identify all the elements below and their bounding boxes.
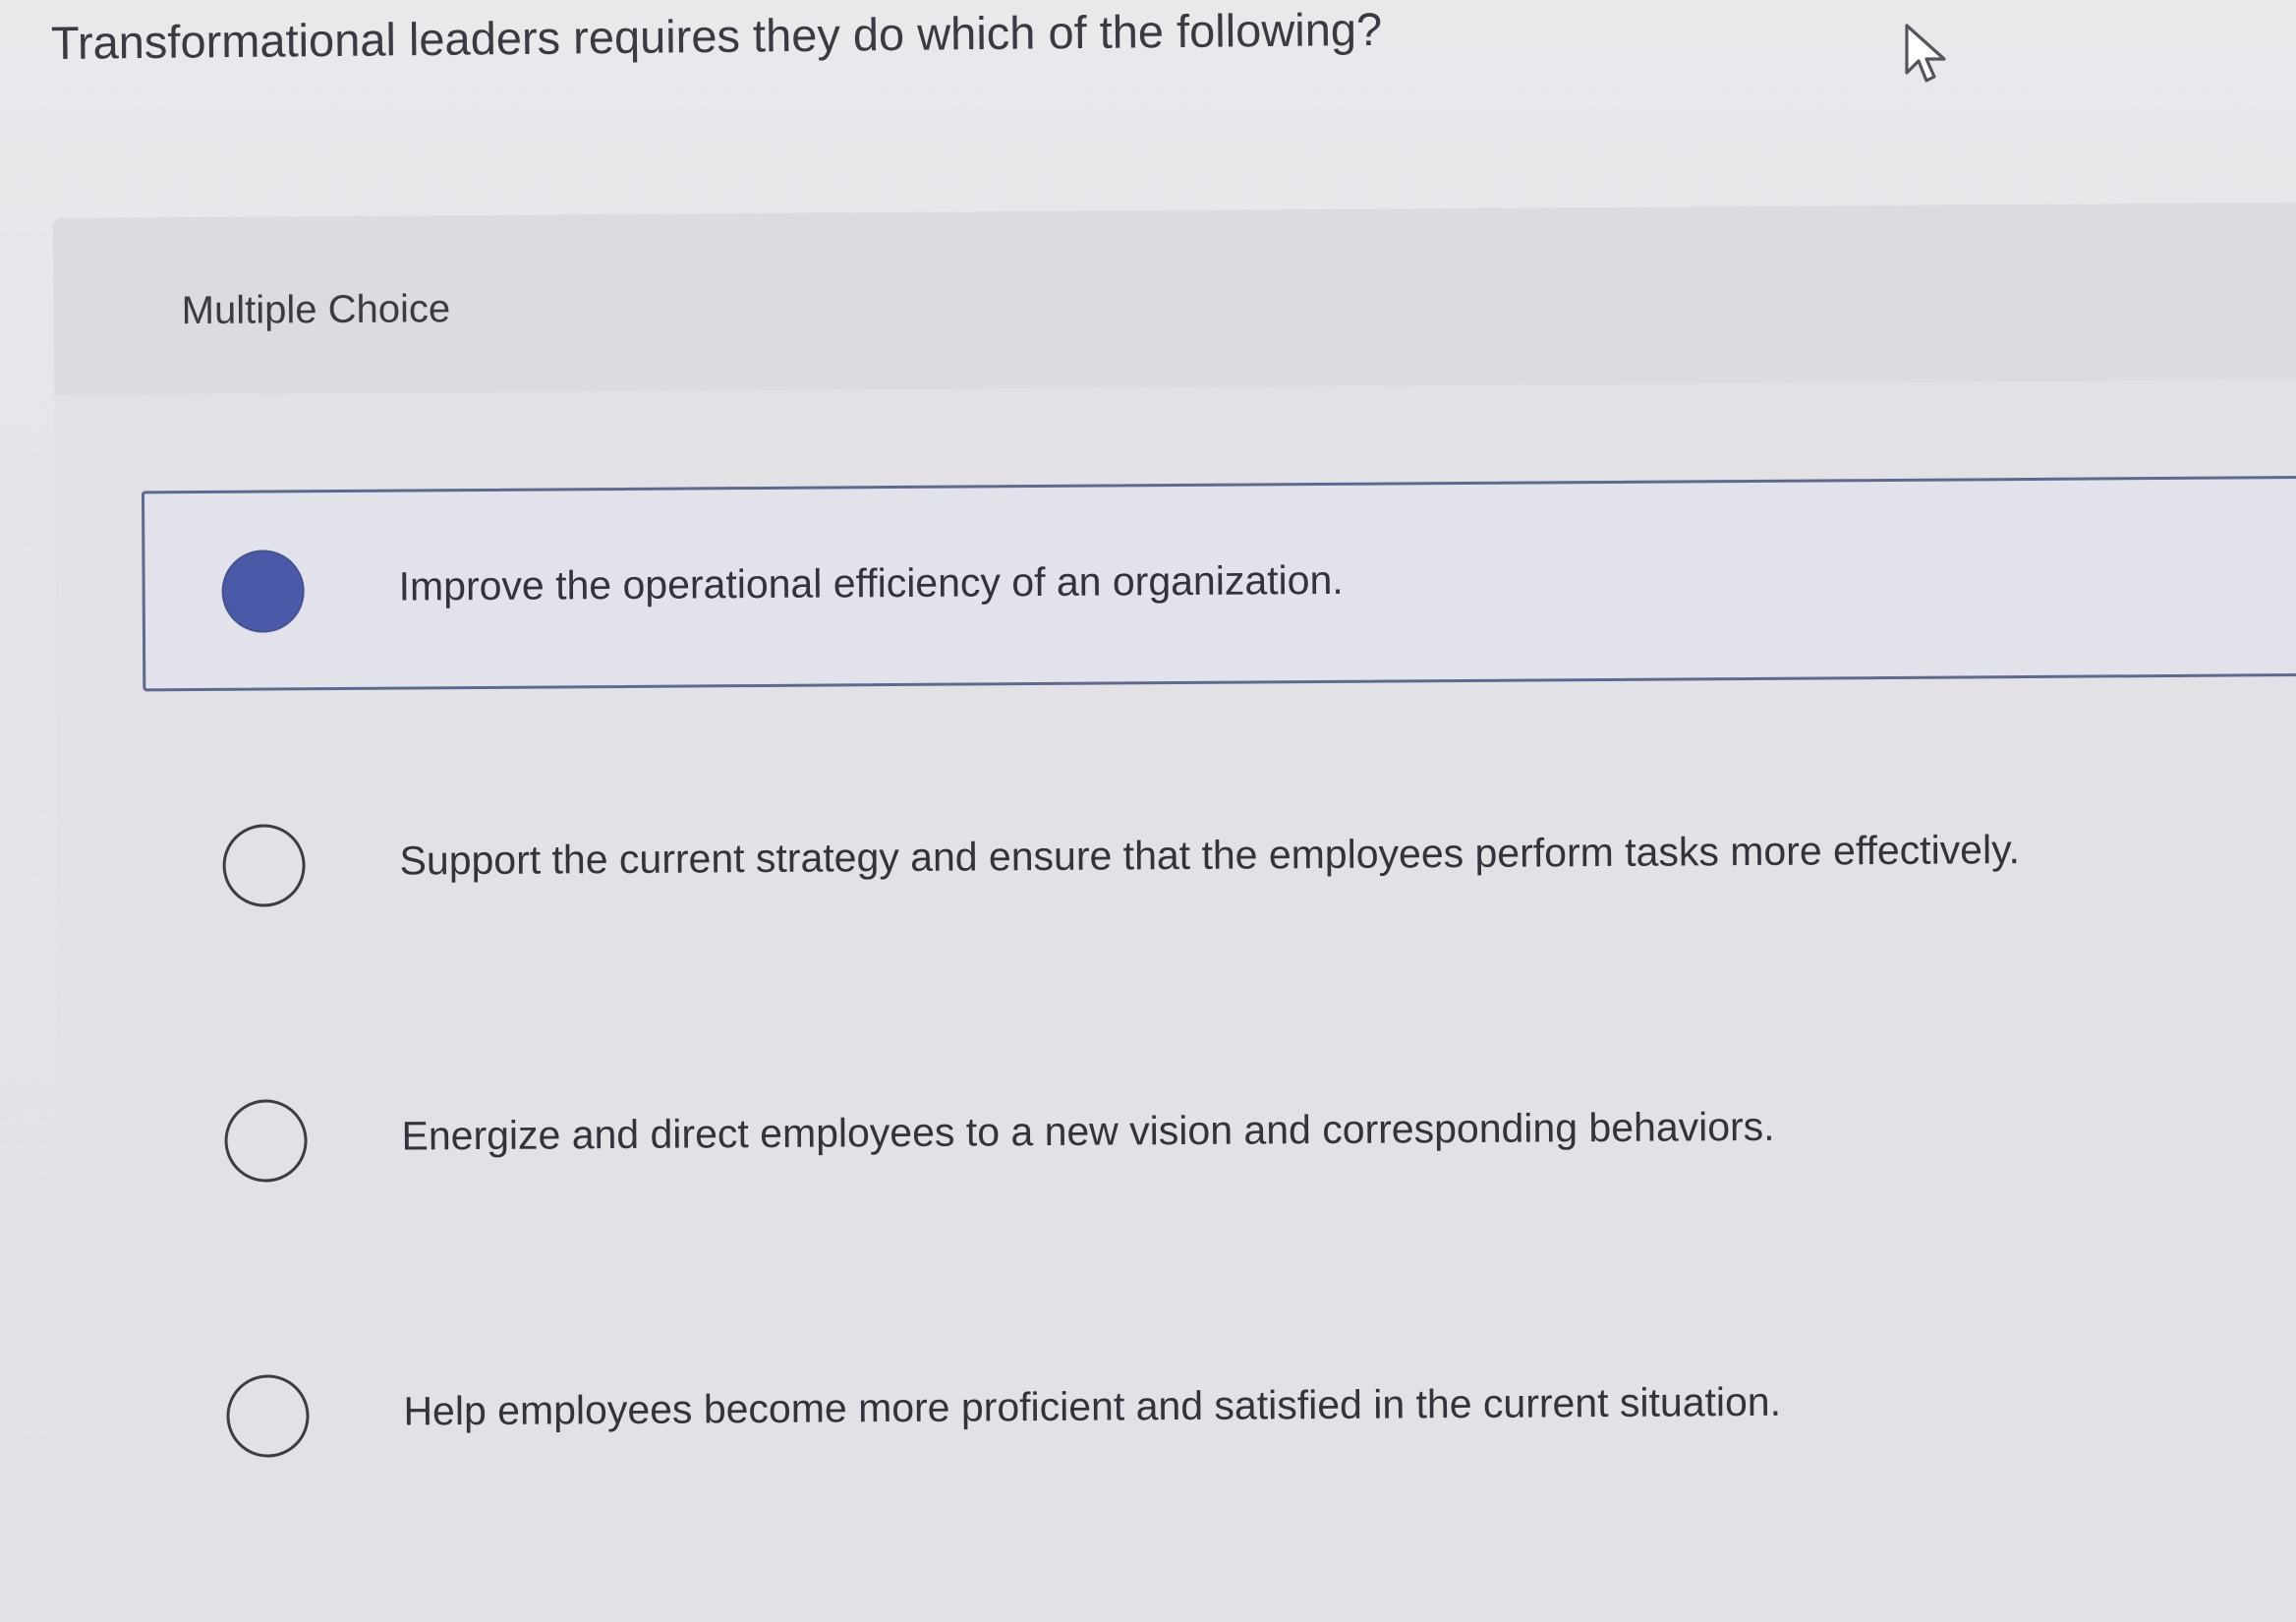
answer-option-label: Energize and direct employees to a new v…: [401, 1103, 1775, 1159]
answer-option-label: Improve the operational efficiency of an…: [398, 556, 1344, 609]
panel-header: Multiple Choice: [53, 202, 2296, 395]
answer-option-3[interactable]: Energize and direct employees to a new v…: [145, 1026, 2296, 1243]
answer-option-1[interactable]: Improve the operational efficiency of an…: [141, 475, 2296, 692]
question-panel: Multiple Choice Improve the operational …: [53, 202, 2296, 1575]
radio-empty-icon[interactable]: [226, 1374, 310, 1458]
answer-options: Improve the operational efficiency of an…: [141, 475, 2296, 1593]
radio-empty-icon[interactable]: [224, 1099, 308, 1183]
radio-empty-icon[interactable]: [222, 824, 306, 907]
answer-option-label: Support the current strategy and ensure …: [399, 827, 2021, 884]
radio-selected-icon[interactable]: [221, 550, 305, 633]
answer-option-4[interactable]: Help employees become more proficient an…: [147, 1302, 2296, 1518]
answer-option-label: Help employees become more proficient an…: [403, 1378, 1782, 1434]
answer-option-2[interactable]: Support the current strategy and ensure …: [144, 751, 2296, 967]
mouse-pointer-icon: [1905, 24, 1946, 83]
question-type-label: Multiple Choice: [181, 287, 451, 333]
question-text: Transformational leaders requires they d…: [50, 2, 1383, 69]
